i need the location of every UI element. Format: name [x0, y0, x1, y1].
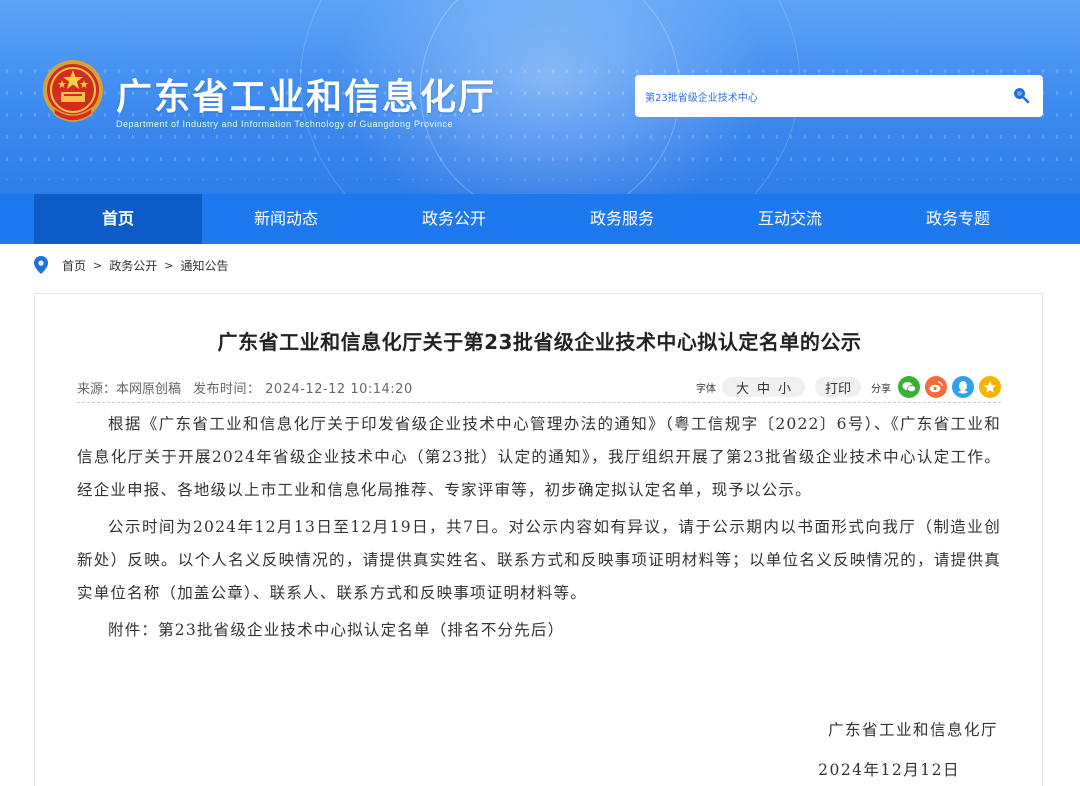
font-size-label: 字体 [695, 383, 716, 395]
search-button[interactable] [1011, 85, 1031, 105]
meta-divider [77, 402, 1001, 403]
nav-item-gov-affairs-open[interactable]: 政务公开 [370, 194, 538, 244]
wechat-icon[interactable] [898, 376, 920, 398]
article-panel: 广东省工业和信息化厅关于第23批省级企业技术中心拟认定名单的公示 来源：本网原创… [34, 293, 1043, 786]
font-size-switcher: 大 中 小 [721, 377, 805, 397]
main-nav: 首页 新闻动态 政务公开 政务服务 互动交流 政务专题 [0, 194, 1080, 244]
breadcrumb-gov-affairs-open[interactable]: 政务公开 [109, 257, 157, 274]
article-meta: 来源：本网原创稿 发布时间： 2024-12-12 10:14:20 字体 大 … [77, 374, 1001, 400]
national-emblem-icon[interactable] [40, 58, 106, 128]
breadcrumb-home[interactable]: 首页 [62, 257, 86, 274]
signature-organization: 广东省工业和信息化厅 [827, 721, 998, 739]
font-size-medium-button[interactable]: 中 [757, 378, 770, 397]
search-icon [1014, 88, 1030, 104]
article-body: 根据《广东省工业和信息化厅关于印发省级企业技术中心管理办法的通知》（粤工信规字〔… [77, 408, 1001, 651]
nav-item-interaction[interactable]: 互动交流 [706, 194, 874, 244]
qq-icon[interactable] [952, 376, 974, 398]
breadcrumb: 首页 > 政务公开 > 通知公告 [34, 254, 228, 276]
print-button[interactable]: 打印 [814, 377, 861, 397]
attachment-link[interactable]: 附件：第23批省级企业技术中心拟认定名单（排名不分先后） [77, 614, 1001, 647]
weibo-icon[interactable] [925, 376, 947, 398]
search-input[interactable] [645, 81, 1005, 111]
article-paragraph: 公示时间为2024年12月13日至12月19日，共7日。对公示内容如有异议，请于… [77, 518, 1001, 602]
nav-item-home[interactable]: 首页 [34, 194, 202, 244]
breadcrumb-separator: > [164, 258, 174, 272]
breadcrumb-separator: > [93, 258, 103, 272]
favorite-icon[interactable] [979, 376, 1001, 398]
nav-item-special-topics[interactable]: 政务专题 [874, 194, 1042, 244]
share-label: 分享 [871, 383, 891, 395]
article-title: 广东省工业和信息化厅关于第23批省级企业技术中心拟认定名单的公示 [217, 330, 862, 354]
publish-time: 发布时间： 2024-12-12 10:14:20 [193, 381, 413, 397]
breadcrumb-notices[interactable]: 通知公告 [180, 257, 228, 274]
site-title[interactable]: 广东省工业和信息化厅 [116, 68, 496, 120]
article-paragraph: 根据《广东省工业和信息化厅关于印发省级企业技术中心管理办法的通知》（粤工信规字〔… [77, 415, 1001, 499]
signature-date: 2024年12月12日 [818, 761, 960, 779]
search-box [635, 75, 1043, 117]
site-header: 广东省工业和信息化厅 Department of Industry and In… [0, 0, 1080, 194]
font-size-small-button[interactable]: 小 [778, 378, 791, 397]
font-size-large-button[interactable]: 大 [736, 378, 749, 397]
nav-item-gov-services[interactable]: 政务服务 [538, 194, 706, 244]
location-pin-icon [34, 256, 48, 274]
nav-item-news[interactable]: 新闻动态 [202, 194, 370, 244]
article-tools: 字体 大 中 小 打印 分享 [696, 376, 1001, 398]
article-source: 来源：本网原创稿 [77, 381, 182, 397]
site-subtitle: Department of Industry and Information T… [116, 119, 454, 129]
